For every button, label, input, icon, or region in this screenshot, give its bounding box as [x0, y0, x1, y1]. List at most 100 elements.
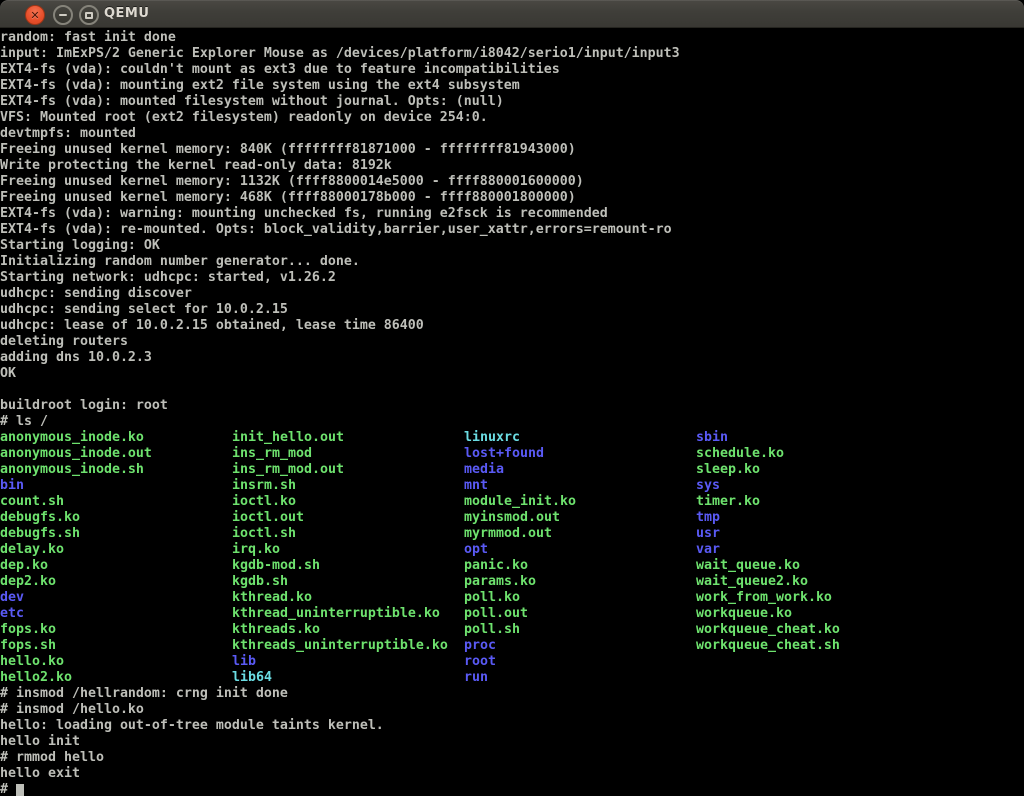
file-entry-dir: usr [696, 526, 928, 542]
file-entry-exec: schedule.ko [696, 446, 928, 462]
ls-row: etckthread_uninterruptible.kopoll.outwor… [0, 606, 1024, 622]
console-line: # insmod /hellrandom: crng init done [0, 686, 1024, 702]
file-entry-exec: poll.ko [464, 590, 696, 606]
file-entry-dir: lib [232, 654, 464, 670]
file-entry-exec: ioctl.out [232, 510, 464, 526]
file-entry-exec: poll.sh [464, 622, 696, 638]
terminal-screen[interactable]: random: fast init doneinput: ImExPS/2 Ge… [0, 28, 1024, 796]
file-entry-exec: anonymous_inode.out [0, 446, 232, 462]
ls-output: anonymous_inode.koinit_hello.outlinuxrcs… [0, 430, 1024, 686]
file-entry-exec: irq.ko [232, 542, 464, 558]
ls-row: bininsrm.shmntsys [0, 478, 1024, 494]
maximize-button[interactable] [79, 5, 99, 25]
terminal-cursor [16, 784, 24, 796]
console-line: Initializing random number generator... … [0, 254, 1024, 270]
console-line: random: fast init done [0, 30, 1024, 46]
ls-row: fops.kokthreads.kopoll.shworkqueue_cheat… [0, 622, 1024, 638]
file-entry-exec: wait_queue2.ko [696, 574, 928, 590]
console-line: deleting routers [0, 334, 1024, 350]
console-line: EXT4-fs (vda): mounting ext2 file system… [0, 78, 1024, 94]
console-line: # ls / [0, 414, 1024, 430]
file-entry-exec: ioctl.sh [232, 526, 464, 542]
file-entry-dir: bin [0, 478, 232, 494]
file-entry-exec: myinsmod.out [464, 510, 696, 526]
file-entry-exec: workqueue_cheat.ko [696, 622, 928, 638]
maximize-icon [85, 12, 93, 19]
file-entry-exec: params.ko [464, 574, 696, 590]
ls-row: anonymous_inode.koinit_hello.outlinuxrcs… [0, 430, 1024, 446]
file-entry-exec: count.sh [0, 494, 232, 510]
file-entry-exec: insrm.sh [232, 478, 464, 494]
file-entry-exec: timer.ko [696, 494, 928, 510]
file-entry-exec: kthread.ko [232, 590, 464, 606]
file-entry-exec: anonymous_inode.sh [0, 462, 232, 478]
file-entry-exec: hello2.ko [0, 670, 232, 686]
file-entry-exec: delay.ko [0, 542, 232, 558]
file-entry-exec: kthreads.ko [232, 622, 464, 638]
console-line: devtmpfs: mounted [0, 126, 1024, 142]
ls-row: debugfs.koioctl.outmyinsmod.outtmp [0, 510, 1024, 526]
file-entry-dir: sbin [696, 430, 928, 446]
file-entry-exec: kgdb-mod.sh [232, 558, 464, 574]
file-entry-exec: panic.ko [464, 558, 696, 574]
console-line: EXT4-fs (vda): mounted filesystem withou… [0, 94, 1024, 110]
file-entry-exec: debugfs.sh [0, 526, 232, 542]
close-button[interactable]: ✕ [25, 5, 45, 25]
console-line: input: ImExPS/2 Generic Explorer Mouse a… [0, 46, 1024, 62]
console-line: Starting logging: OK [0, 238, 1024, 254]
ls-row: anonymous_inode.shins_rm_mod.outmediasle… [0, 462, 1024, 478]
file-entry-exec: hello.ko [0, 654, 232, 670]
console-line: buildroot login: root [0, 398, 1024, 414]
console-line: EXT4-fs (vda): re-mounted. Opts: block_v… [0, 222, 1024, 238]
file-entry-exec: module_init.ko [464, 494, 696, 510]
console-line: # insmod /hello.ko [0, 702, 1024, 718]
titlebar: ✕ QEMU [0, 0, 1024, 28]
window-title: QEMU [104, 6, 149, 21]
file-entry-dir: run [464, 670, 696, 686]
file-entry-exec: workqueue.ko [696, 606, 928, 622]
ls-row: anonymous_inode.outins_rm_modlost+founds… [0, 446, 1024, 462]
console-line: udhcpc: sending select for 10.0.2.15 [0, 302, 1024, 318]
ls-row: count.shioctl.komodule_init.kotimer.ko [0, 494, 1024, 510]
console-line: hello exit [0, 766, 1024, 782]
minimize-icon [59, 14, 67, 16]
file-entry-exec: poll.out [464, 606, 696, 622]
ls-row: debugfs.shioctl.shmyrmmod.outusr [0, 526, 1024, 542]
file-entry-exec: work_from_work.ko [696, 590, 928, 606]
file-entry-exec: dep.ko [0, 558, 232, 574]
console-line: OK [0, 366, 1024, 382]
file-entry-exec: anonymous_inode.ko [0, 430, 232, 446]
console-line: udhcpc: sending discover [0, 286, 1024, 302]
file-entry-exec: debugfs.ko [0, 510, 232, 526]
file-entry-exec: init_hello.out [232, 430, 464, 446]
file-entry-exec: dep2.ko [0, 574, 232, 590]
ls-row: dep2.kokgdb.shparams.kowait_queue2.ko [0, 574, 1024, 590]
console-line: EXT4-fs (vda): couldn't mount as ext3 du… [0, 62, 1024, 78]
console-line: adding dns 10.0.2.3 [0, 350, 1024, 366]
file-entry-dir: proc [464, 638, 696, 654]
session-log: # insmod /hellrandom: crng init done# in… [0, 686, 1024, 782]
file-entry-dir: sys [696, 478, 928, 494]
console-line: Freeing unused kernel memory: 468K (ffff… [0, 190, 1024, 206]
file-entry-exec: kthreads_uninterruptible.ko [232, 638, 464, 654]
file-entry-exec: workqueue_cheat.sh [696, 638, 928, 654]
console-line: udhcpc: lease of 10.0.2.15 obtained, lea… [0, 318, 1024, 334]
file-entry-exec: wait_queue.ko [696, 558, 928, 574]
file-entry-exec: sleep.ko [696, 462, 928, 478]
minimize-button[interactable] [53, 5, 73, 25]
console-line: VFS: Mounted root (ext2 filesystem) read… [0, 110, 1024, 126]
console-line: hello init [0, 734, 1024, 750]
file-entry-dir: dev [0, 590, 232, 606]
file-entry-exec: ins_rm_mod.out [232, 462, 464, 478]
console-line: Freeing unused kernel memory: 840K (ffff… [0, 142, 1024, 158]
file-entry-dir: opt [464, 542, 696, 558]
console-line: hello: loading out-of-tree module taints… [0, 718, 1024, 734]
file-entry-dir: tmp [696, 510, 928, 526]
file-entry-link: lib64 [232, 670, 464, 686]
file-entry-exec: kthread_uninterruptible.ko [232, 606, 464, 622]
ls-row: devkthread.kopoll.kowork_from_work.ko [0, 590, 1024, 606]
file-entry-dir: var [696, 542, 928, 558]
console-line [0, 382, 1024, 398]
console-line: Freeing unused kernel memory: 1132K (fff… [0, 174, 1024, 190]
file-entry-link: linuxrc [464, 430, 696, 446]
